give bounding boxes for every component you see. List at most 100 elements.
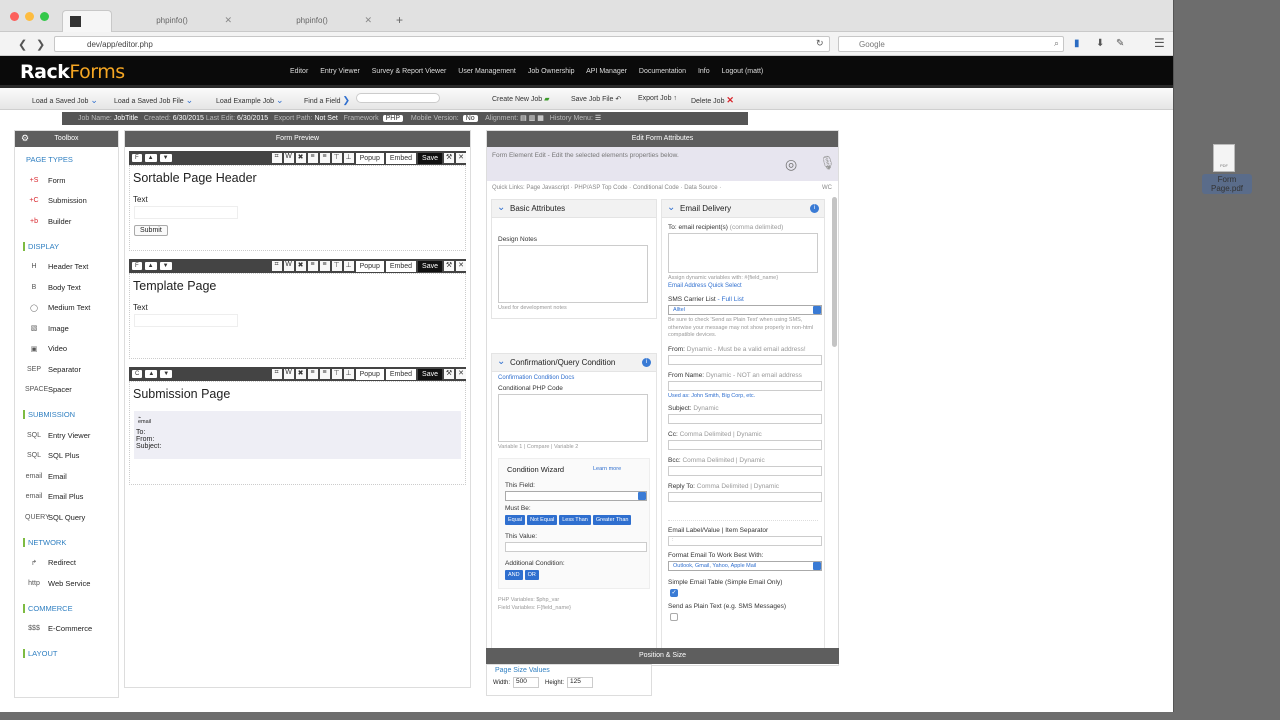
save-button[interactable]: Save	[418, 260, 442, 272]
sms-carrier-select[interactable]: Alltel	[668, 305, 822, 315]
history-menu-icon[interactable]: ☰	[595, 115, 601, 122]
quick-links-text[interactable]: Quick Links: Page Javascript · PHP/ASP T…	[492, 185, 721, 191]
body-text[interactable]: Text	[133, 303, 463, 312]
email-element[interactable]: ⌁ email To: From: Subject:	[134, 411, 461, 459]
wordpress-icon[interactable]: W	[283, 261, 294, 271]
align-left-icon[interactable]: ≡	[307, 261, 318, 271]
php-code-textarea[interactable]	[498, 394, 648, 442]
close-tab-icon[interactable]: ✕	[364, 15, 372, 26]
info-icon[interactable]: i	[810, 204, 819, 213]
desktop-pdf-file[interactable]: PDF Form Page.pdf	[1196, 144, 1252, 196]
bookmark-icon[interactable]: ▮	[1074, 38, 1080, 49]
create-new-job-button[interactable]: Create New Job ▰	[492, 95, 550, 103]
toolbox-item-form[interactable]: +S Form	[15, 170, 118, 191]
minimize-window-button[interactable]	[25, 12, 35, 21]
new-tab-icon[interactable]: +	[396, 13, 403, 27]
align-center-icon[interactable]: ≡	[319, 153, 330, 163]
text-input-field[interactable]	[134, 314, 238, 327]
nav-documentation[interactable]: Documentation	[639, 68, 686, 75]
gear-icon[interactable]: ⚙	[21, 133, 29, 144]
save-button[interactable]: Save	[418, 152, 442, 164]
edit-scrollbar[interactable]	[832, 197, 837, 347]
php-icon[interactable]: ⌗	[271, 369, 282, 379]
toolbox-item-redirect[interactable]: ↱ Redirect	[15, 553, 118, 574]
page-header-text[interactable]: Template Page	[133, 279, 463, 293]
nav-api-manager[interactable]: API Manager	[586, 68, 627, 75]
joomla-icon[interactable]: ✖	[295, 153, 306, 163]
this-value-input[interactable]	[505, 542, 647, 552]
load-example-job-button[interactable]: Load Example Job ⌄	[216, 95, 283, 106]
delete-page-icon[interactable]: ✕	[456, 261, 466, 271]
move-up-icon[interactable]: ▲	[145, 370, 158, 378]
toolbox-item-spacer[interactable]: SPACE Spacer	[15, 380, 118, 401]
page-header-text[interactable]: Sortable Page Header	[133, 171, 463, 185]
framework-select[interactable]: PHP	[382, 115, 404, 122]
mobile-select[interactable]: No	[462, 115, 478, 122]
toolbox-section-title[interactable]: SUBMISSION	[23, 410, 118, 419]
equal-button[interactable]: Equal	[505, 515, 526, 525]
width-input[interactable]: 500	[513, 677, 540, 688]
joomla-icon[interactable]: ✖	[295, 369, 306, 379]
delete-page-icon[interactable]: ✕	[456, 369, 466, 379]
nav-job-ownership[interactable]: Job Ownership	[528, 68, 575, 75]
separator-input[interactable]: :	[668, 536, 822, 547]
toolbox-item-header-text[interactable]: H Header Text	[15, 257, 118, 278]
alignment-icons[interactable]: ▤ ▥ ▦	[520, 115, 544, 122]
embed-button[interactable]: Embed	[385, 260, 417, 272]
form-page[interactable]: Submission Page ⌁ email To: From: Subject:	[129, 381, 466, 485]
quick-links[interactable]: Quick Links: Page Javascript · PHP/ASP T…	[487, 181, 838, 195]
delete-job-button[interactable]: Delete Job ✕	[691, 95, 734, 106]
design-notes-textarea[interactable]	[498, 245, 648, 303]
toolbox-section-title[interactable]: COMMERCE	[23, 603, 118, 613]
simple-table-checkbox[interactable]: ✓	[670, 589, 678, 598]
align-center-icon[interactable]: ≡	[319, 369, 330, 379]
wordpress-icon[interactable]: W	[283, 369, 294, 379]
or-button[interactable]: OR	[524, 570, 539, 580]
submit-button[interactable]: Submit	[134, 225, 168, 236]
toolbox-section-title[interactable]: DISPLAY	[23, 241, 118, 251]
reload-icon[interactable]: ↻	[816, 38, 824, 49]
wc-link[interactable]: WC	[822, 185, 832, 191]
extension-icon[interactable]: ✎	[1116, 38, 1124, 49]
load-saved-job-button[interactable]: Load a Saved Job ⌄	[32, 95, 98, 106]
basic-attributes-header[interactable]: ⌄ Basic Attributes	[492, 200, 656, 218]
move-up-icon[interactable]: ▲	[144, 262, 157, 270]
toolbox-item-video[interactable]: ▣ Video	[15, 339, 118, 360]
nav-logout[interactable]: Logout (matt)	[722, 68, 764, 75]
help-lifebuoy-icon[interactable]: ◎	[785, 156, 797, 173]
save-job-file-button[interactable]: Save Job File ↶	[571, 95, 621, 103]
close-tab-icon[interactable]: ✕	[224, 15, 232, 26]
save-button[interactable]: Save	[418, 368, 442, 380]
php-icon[interactable]: ⌗	[271, 153, 282, 163]
wrench-icon[interactable]: ⚒	[444, 153, 454, 163]
position-size-header[interactable]: Position & Size	[486, 648, 839, 664]
toolbox-item-image[interactable]: ▧ Image	[15, 318, 118, 339]
align-top-icon[interactable]: ⊤	[331, 153, 342, 163]
cc-input[interactable]	[668, 440, 822, 451]
popup-button[interactable]: Popup	[355, 368, 384, 380]
nav-info[interactable]: Info	[698, 68, 710, 75]
move-down-icon[interactable]: ▼	[160, 370, 173, 378]
and-button[interactable]: AND	[505, 570, 523, 580]
move-up-icon[interactable]: ▲	[144, 154, 157, 162]
page-type-badge[interactable]: C	[132, 370, 143, 378]
search-input[interactable]: Google ⌕	[838, 36, 1064, 52]
popup-button[interactable]: Popup	[355, 152, 384, 164]
nav-editor[interactable]: Editor	[290, 68, 308, 75]
browser-tab-1[interactable]: phpinfo() ✕	[104, 10, 240, 32]
wrench-icon[interactable]: ⚒	[444, 369, 454, 379]
height-input[interactable]: 125	[567, 677, 594, 688]
condition-header[interactable]: ⌄ Confirmation/Query Condition i	[492, 354, 656, 372]
plain-text-checkbox[interactable]	[670, 613, 678, 622]
page-type-badge[interactable]: F	[132, 262, 142, 270]
this-field-select[interactable]	[505, 491, 647, 501]
page-type-badge[interactable]: F	[132, 154, 142, 162]
align-top-icon[interactable]: ⊤	[331, 369, 342, 379]
joomla-icon[interactable]: ✖	[295, 261, 306, 271]
form-page[interactable]: Sortable Page Header Text Submit	[129, 165, 466, 251]
condition-docs-link[interactable]: Confirmation Condition Docs	[498, 375, 650, 381]
toolbox-item-separator[interactable]: SEP Separator	[15, 359, 118, 380]
zoom-window-button[interactable]	[40, 12, 50, 21]
toolbox-item-body-text[interactable]: B Body Text	[15, 277, 118, 298]
nav-entry-viewer[interactable]: Entry Viewer	[320, 68, 360, 75]
